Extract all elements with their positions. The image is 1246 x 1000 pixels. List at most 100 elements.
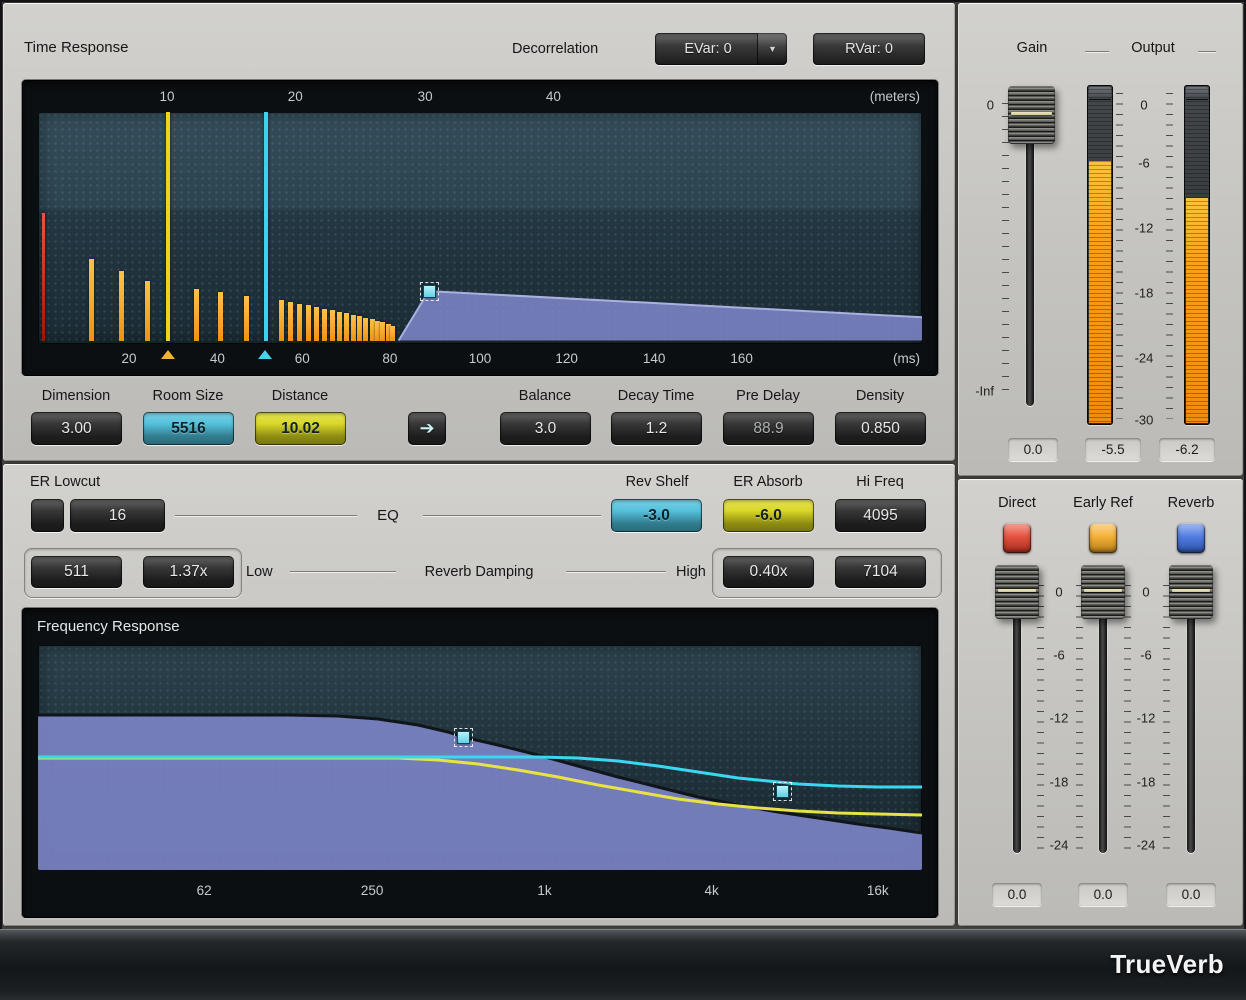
early-reflection-bar	[279, 300, 284, 341]
roomsize-marker-triangle[interactable]	[258, 350, 272, 359]
time-response-axis-ms: 20406080100120140160(ms)	[38, 348, 922, 372]
predelay-handle[interactable]	[423, 285, 436, 298]
damping-low-label: Low	[246, 564, 273, 580]
gain-scale: 0-Inf	[960, 91, 1000, 401]
early-reflection-bar	[390, 326, 395, 341]
damping-high-ratio-value[interactable]: 0.40x	[723, 556, 814, 588]
balance-value[interactable]: 3.0	[500, 412, 591, 445]
frequency-handle-2[interactable]	[776, 785, 789, 798]
early-ref-fader-handle[interactable]	[1081, 565, 1125, 619]
frequency-response-graph: Frequency Response 622501k4k16k	[22, 608, 938, 918]
er-lowcut-label: ER Lowcut	[30, 474, 100, 490]
distance-marker-line[interactable]	[166, 112, 170, 341]
axis-tick-label: 4k	[704, 883, 718, 898]
time-response-axis-meters: 10203040(meters)	[38, 86, 922, 108]
rev-shelf-value[interactable]: -3.0	[611, 499, 702, 532]
scale-label: -Inf	[960, 384, 1000, 399]
frequency-curves	[38, 645, 922, 870]
hi-freq-value[interactable]: 4095	[835, 499, 926, 532]
early-reflection-bar	[244, 296, 249, 341]
scale-label: -12	[1130, 711, 1162, 726]
arrow-right-icon: ➔	[419, 418, 434, 439]
axis-tick-label: 100	[469, 351, 492, 366]
damping-low-freq-value[interactable]: 511	[31, 556, 122, 588]
early-reflection-bar	[218, 292, 223, 341]
damping-high-label: High	[676, 564, 706, 580]
meter-segments	[1184, 85, 1210, 425]
scale-label: 0	[1130, 585, 1162, 600]
axis-tick-label: 160	[730, 351, 753, 366]
axis-tick-label: 30	[418, 89, 433, 104]
tick-marks	[1076, 585, 1083, 853]
copy-to-reverb-button[interactable]: ➔	[408, 412, 446, 445]
axis-tick-label: 250	[361, 883, 384, 898]
frequency-response-plot[interactable]	[38, 645, 922, 870]
axis-tick-label: 40	[546, 89, 561, 104]
evar-dropdown-arrow-icon[interactable]: ▼	[757, 33, 787, 65]
rvar-button[interactable]: RVar: 0	[813, 33, 925, 65]
mix-scale-left: 0-6-12-18-24	[1043, 579, 1075, 859]
er-absorb-value[interactable]: -6.0	[723, 499, 814, 532]
decay-time-label: Decay Time	[601, 388, 711, 404]
divider-line	[566, 571, 666, 573]
early-reflection-bar	[363, 318, 368, 341]
evar-dropdown[interactable]: EVar: 0 ▼	[655, 33, 787, 65]
axis-tick-label: 120	[555, 351, 578, 366]
frequency-handle-1[interactable]	[457, 731, 470, 744]
damping-low-ratio-value[interactable]: 1.37x	[143, 556, 234, 588]
output-meter-right-value: -6.2	[1159, 438, 1215, 461]
early-reflection-bar	[322, 309, 327, 341]
scale-label: -24	[1130, 838, 1162, 853]
early-reflection-bar	[344, 313, 349, 341]
reverb-decay-area	[38, 112, 922, 344]
hi-freq-label: Hi Freq	[825, 474, 935, 490]
dimension-label: Dimension	[21, 388, 131, 404]
reverb-mute-button[interactable]	[1177, 523, 1205, 553]
mix-scale-right: 0 -6 -12 -18 -24	[1130, 579, 1162, 859]
gain-fader-handle[interactable]	[1008, 86, 1055, 144]
roomsize-marker-line[interactable]	[264, 112, 268, 341]
tick-marks	[1163, 585, 1170, 853]
reverb-damping-title: Reverb Damping	[398, 564, 560, 580]
er-lowcut-value[interactable]: 16	[70, 499, 165, 532]
axis-tick-label: 60	[295, 351, 310, 366]
scale-label: 0	[1043, 585, 1075, 600]
mix-panel: Direct Early Ref Reverb 0-6-12-18-24 0-6…	[958, 479, 1243, 926]
scale-label: -12	[1043, 711, 1075, 726]
balance-label: Balance	[490, 388, 600, 404]
scale-label: -12	[1122, 221, 1166, 236]
time-response-plot[interactable]	[38, 112, 922, 344]
scale-label: -18	[1043, 775, 1075, 790]
early-reflection-bar	[314, 307, 319, 341]
gain-fader-track[interactable]	[1026, 98, 1034, 406]
reverb-value: 0.0	[1166, 883, 1216, 906]
divider-line	[1085, 51, 1109, 53]
distance-label: Distance	[245, 388, 355, 404]
decay-time-value[interactable]: 1.2	[611, 412, 702, 445]
distance-marker-triangle[interactable]	[161, 350, 175, 359]
scale-label: -30	[1122, 413, 1166, 428]
density-value[interactable]: 0.850	[835, 412, 926, 445]
scale-label: -18	[1122, 286, 1166, 301]
direct-mute-button[interactable]	[1003, 523, 1031, 553]
early-ref-mute-button[interactable]	[1089, 523, 1117, 553]
brand-logo: TrueVerb	[1110, 949, 1224, 980]
reverb-fader-handle[interactable]	[1169, 565, 1213, 619]
early-reflection-bar	[337, 312, 342, 341]
scale-label: -18	[1130, 775, 1162, 790]
pre-delay-value[interactable]: 88.9	[723, 412, 814, 445]
direct-fader-handle[interactable]	[995, 565, 1039, 619]
room-size-value[interactable]: 5516	[143, 412, 234, 445]
early-ref-label: Early Ref	[1058, 495, 1148, 511]
gain-value: 0.0	[1008, 438, 1058, 461]
footer-bar: TrueVerb	[0, 929, 1246, 1000]
gain-output-panel: Gain Output 0-Inf 0-6-12-18-24-30 0.0 -5…	[958, 3, 1243, 476]
scale-label: -6	[1130, 648, 1162, 663]
damping-high-freq-value[interactable]: 7104	[835, 556, 926, 588]
er-lowcut-toggle[interactable]	[31, 499, 64, 532]
dimension-value[interactable]: 3.00	[31, 412, 122, 445]
distance-value[interactable]: 10.02	[255, 412, 346, 445]
trueverb-plugin-window: Time Response Decorrelation EVar: 0 ▼ RV…	[0, 0, 1246, 1000]
time-response-title: Time Response	[24, 39, 129, 56]
direct-value: 0.0	[992, 883, 1042, 906]
